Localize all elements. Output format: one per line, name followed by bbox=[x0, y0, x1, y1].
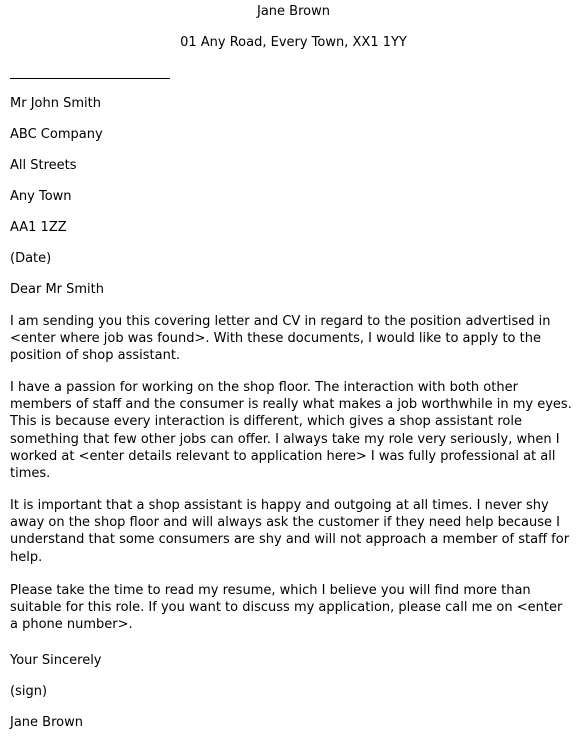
paragraph-line: This is because every interaction is dif… bbox=[10, 414, 522, 430]
recipient-company: ABC Company bbox=[10, 127, 103, 142]
paragraph-line: worked at <enter details relevant to app… bbox=[10, 448, 556, 464]
closing: Your Sincerely bbox=[10, 653, 102, 668]
paragraph-line: suitable for this role. If you want to d… bbox=[10, 600, 563, 616]
paragraph-passion: I have a passion for working on the shop… bbox=[10, 379, 580, 482]
paragraph-line: members of staff and the consumer is rea… bbox=[10, 397, 572, 413]
signature-placeholder: (sign) bbox=[10, 684, 48, 699]
paragraph-line: times. bbox=[10, 466, 51, 482]
sender-name: Jane Brown bbox=[257, 4, 330, 19]
paragraph-line: something that few other jobs can offer.… bbox=[10, 431, 560, 447]
cover-letter: Jane Brown 01 Any Road, Every Town, XX1 … bbox=[0, 0, 587, 742]
signoff-name: Jane Brown bbox=[10, 715, 83, 730]
letter-date: (Date) bbox=[10, 251, 52, 266]
recipient-postcode: AA1 1ZZ bbox=[10, 220, 67, 235]
recipient-street: All Streets bbox=[10, 158, 77, 173]
recipient-name: Mr John Smith bbox=[10, 96, 101, 111]
sender-address: 01 Any Road, Every Town, XX1 1YY bbox=[180, 35, 407, 50]
salutation: Dear Mr Smith bbox=[10, 282, 105, 297]
paragraph-intro: I am sending you this covering letter an… bbox=[10, 313, 580, 365]
paragraph-line: a phone number>. bbox=[10, 617, 133, 633]
paragraph-resume: Please take the time to read my resume, … bbox=[10, 582, 580, 634]
paragraph-line: It is important that a shop assistant is… bbox=[10, 498, 549, 513]
recipient-town: Any Town bbox=[10, 189, 72, 204]
paragraph-line: I am sending you this covering letter an… bbox=[10, 314, 551, 329]
paragraph-line: Please take the time to read my resume, … bbox=[10, 583, 531, 598]
paragraph-line: understand that some consumers are shy a… bbox=[10, 532, 570, 548]
paragraph-line: <enter where job was found>. With these … bbox=[10, 331, 541, 347]
paragraph-outgoing: It is important that a shop assistant is… bbox=[10, 497, 580, 566]
paragraph-line: away on the shop floor and will always a… bbox=[10, 515, 560, 531]
paragraph-line: position of shop assistant. bbox=[10, 348, 181, 364]
divider-line bbox=[10, 78, 170, 79]
paragraph-line: help. bbox=[10, 549, 43, 565]
paragraph-line: I have a passion for working on the shop… bbox=[10, 380, 518, 395]
